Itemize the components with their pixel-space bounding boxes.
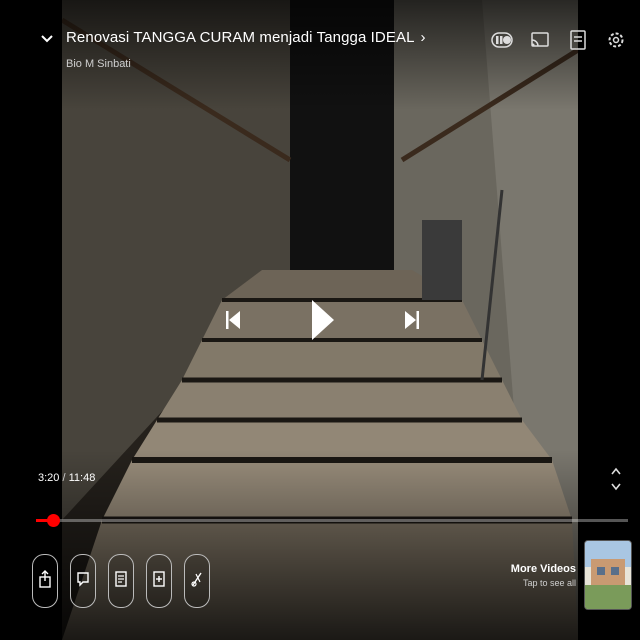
clip-icon: [190, 570, 204, 593]
video-title-text[interactable]: Renovasi TANGGA CURAM menjadi Tangga IDE…: [66, 29, 415, 46]
cast-icon[interactable]: [528, 28, 552, 52]
video-player[interactable]: Renovasi TANGGA CURAM menjadi Tangga IDE…: [0, 0, 640, 640]
duration: 11:48: [68, 472, 96, 484]
more-videos-text[interactable]: More Videos Tap to see all: [511, 563, 576, 588]
title-chevron-icon[interactable]: ›: [421, 28, 426, 48]
time-separator: /: [62, 472, 66, 484]
save-icon: [114, 570, 128, 593]
video-title[interactable]: Renovasi TANGGA CURAM menjadi Tangga IDE…: [66, 28, 426, 48]
collapse-chevron-icon[interactable]: [36, 28, 58, 50]
clip-button[interactable]: [184, 554, 210, 608]
progress-bar[interactable]: [36, 514, 628, 527]
save-button[interactable]: [108, 554, 134, 608]
progress-scrubber[interactable]: [46, 514, 60, 527]
center-controls: [225, 292, 420, 348]
captions-icon[interactable]: [566, 28, 590, 52]
comment-icon: [76, 571, 90, 592]
current-time: 3:20: [38, 472, 60, 484]
play-icon[interactable]: [310, 298, 336, 342]
add-to-playlist-icon: [152, 570, 166, 593]
comment-button[interactable]: [70, 554, 96, 608]
share-icon: [38, 569, 52, 593]
more-videos[interactable]: More Videos Tap to see all: [511, 540, 632, 610]
more-videos-thumbnail[interactable]: [584, 540, 632, 610]
more-videos-subtitle: Tap to see all: [522, 577, 576, 588]
channel-name[interactable]: Bio M Sinbati: [66, 58, 426, 70]
previous-icon[interactable]: [225, 309, 241, 331]
next-icon[interactable]: [404, 309, 420, 331]
title-block[interactable]: Renovasi TANGGA CURAM menjadi Tangga IDE…: [66, 28, 426, 70]
time-display: 3:20 / 11:48: [38, 472, 95, 484]
top-icons: [490, 28, 628, 52]
share-button[interactable]: [32, 554, 58, 608]
settings-icon[interactable]: [604, 28, 628, 52]
more-videos-title[interactable]: More Videos: [511, 563, 576, 575]
fullscreen-icon[interactable]: [606, 466, 626, 492]
pause-toggle-icon[interactable]: [490, 28, 514, 52]
add-to-playlist-button[interactable]: [146, 554, 172, 608]
action-bar: [32, 554, 210, 608]
